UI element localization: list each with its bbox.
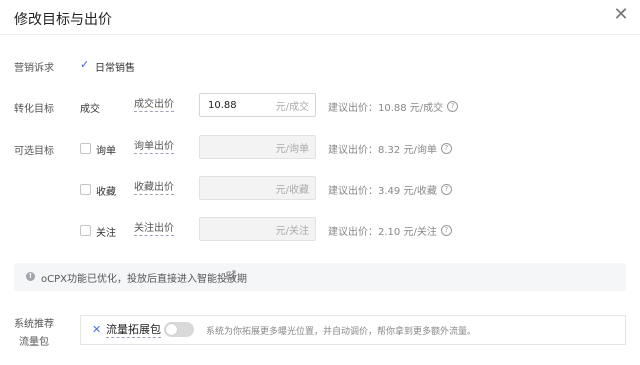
info-bar: ! oCPX功能已优化，投放后直接进入智能投放期 xyxy=(14,263,626,291)
info-icon: ! xyxy=(26,272,35,281)
traffic-package-description: 系统为你拓展更多曝光位置，并自动调价，帮你拿到更多额外流量。 xyxy=(206,327,477,337)
inquiry-goal: 询单 xyxy=(96,146,116,157)
close-icon[interactable]: ✕ xyxy=(610,5,632,27)
follow-goal: 关注 xyxy=(96,228,116,239)
expand-arrows-icon: ✕ xyxy=(92,323,102,336)
dialog-title: 修改目标与出价 xyxy=(14,12,112,28)
info-text: oCPX功能已优化，投放后直接进入智能投放期 xyxy=(41,270,247,285)
help-icon[interactable]: ? xyxy=(440,225,452,236)
traffic-package-toggle[interactable] xyxy=(164,322,194,337)
traffic-label-line1: 系统推荐 xyxy=(14,319,54,330)
toggle-knob xyxy=(166,324,177,335)
favorite-price-unit: 元/收藏 xyxy=(275,184,309,196)
help-icon[interactable]: ? xyxy=(440,143,452,154)
conversion-suggest: 建议出价：10.88 元/成交 ? xyxy=(328,99,459,114)
inquiry-price-label: 询单出价 xyxy=(134,141,174,154)
favorite-checkbox[interactable] xyxy=(80,184,91,195)
traffic-package-box: ✕ 流量拓展包 系统为你拓展更多曝光位置，并自动调价，帮你拿到更多额外流量。 xyxy=(80,315,626,345)
external-link-icon[interactable] xyxy=(226,270,236,280)
appeal-label: 营销诉求 xyxy=(14,63,54,74)
smart-period-link[interactable]: 智能投放期 xyxy=(197,274,247,285)
conversion-suggest-text: 建议出价：10.88 元/成交 xyxy=(328,103,444,114)
appeal-value: 日常销售 xyxy=(95,63,135,74)
follow-checkbox[interactable] xyxy=(80,225,91,236)
traffic-package-name: 流量拓展包 xyxy=(106,323,161,338)
traffic-package-label: 系统推荐 流量包 xyxy=(14,316,54,352)
help-icon[interactable]: ? xyxy=(447,101,459,112)
inquiry-checkbox[interactable] xyxy=(80,143,91,154)
conversion-label: 转化目标 xyxy=(14,104,54,115)
favorite-goal: 收藏 xyxy=(96,187,116,198)
optional-label: 可选目标 xyxy=(14,146,54,157)
inquiry-price-input[interactable]: 元/询单 xyxy=(199,135,316,159)
info-message: oCPX功能已优化，投放后直接进入 xyxy=(41,274,197,285)
conversion-goal: 成交 xyxy=(80,104,100,115)
check-icon: ✓ xyxy=(80,58,90,71)
conversion-price-input[interactable]: 10.88 元/成交 xyxy=(199,93,316,117)
follow-price-label: 关注出价 xyxy=(134,223,174,236)
follow-price-input[interactable]: 元/关注 xyxy=(199,217,316,241)
favorite-price-input[interactable]: 元/收藏 xyxy=(199,176,316,200)
follow-suggest-text: 建议出价：2.10 元/关注 xyxy=(328,227,437,238)
conversion-price-unit: 元/成交 xyxy=(275,101,309,113)
favorite-price-label: 收藏出价 xyxy=(134,182,174,195)
inquiry-suggest-text: 建议出价：8.32 元/询单 xyxy=(328,145,437,156)
follow-price-unit: 元/关注 xyxy=(275,225,309,237)
favorite-suggest-text: 建议出价：3.49 元/收藏 xyxy=(328,186,437,197)
follow-suggest: 建议出价：2.10 元/关注 ? xyxy=(328,223,452,238)
inquiry-price-unit: 元/询单 xyxy=(275,143,309,155)
inquiry-suggest: 建议出价：8.32 元/询单 ? xyxy=(328,141,452,156)
traffic-label-line2: 流量包 xyxy=(19,337,49,348)
conversion-price-value: 10.88 xyxy=(208,99,237,111)
help-icon[interactable]: ? xyxy=(440,184,452,195)
favorite-suggest: 建议出价：3.49 元/收藏 ? xyxy=(328,182,452,197)
header-divider xyxy=(0,34,640,35)
conversion-price-label: 成交出价 xyxy=(134,99,174,112)
